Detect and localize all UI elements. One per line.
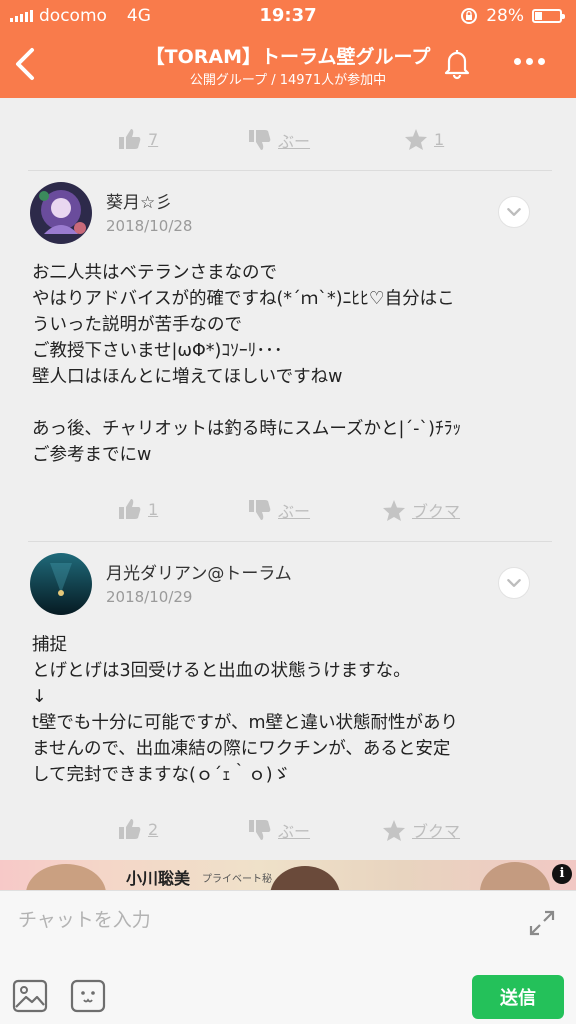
chat-input[interactable] bbox=[18, 905, 498, 935]
navigation-bar: 【TORAM】トーラム壁グループ 公開グループ / 14971人が参加中 bbox=[0, 32, 576, 98]
like-count: 1 bbox=[148, 499, 159, 519]
post-header: 月光ダリアン@トーラム 2018/10/29 bbox=[30, 553, 550, 617]
chevron-down-icon[interactable] bbox=[498, 196, 530, 228]
expand-icon[interactable] bbox=[528, 909, 556, 937]
ad-info-icon[interactable]: i bbox=[552, 864, 572, 884]
battery-percent: 28% bbox=[486, 6, 524, 26]
chevron-down-icon[interactable] bbox=[498, 567, 530, 599]
divider bbox=[28, 170, 552, 171]
ad-subtitle: プライベート秘 bbox=[202, 874, 272, 885]
thumbs-up-icon bbox=[119, 819, 141, 839]
post-body: 捕捉 とげとげは3回受けると出血の状態うけますな。 ↓ t壁でも十分に可能ですが… bbox=[32, 635, 459, 785]
avatar[interactable] bbox=[30, 553, 92, 615]
star-button[interactable]: 1 bbox=[404, 128, 444, 151]
bookmark-label: ブクマ bbox=[412, 502, 461, 521]
send-button[interactable]: 送信 bbox=[472, 975, 564, 1019]
reaction-bar: 2 ぶー ブクマ bbox=[0, 810, 576, 850]
author-name[interactable]: 月光ダリアン@トーラム bbox=[106, 559, 292, 584]
battery-icon bbox=[532, 9, 565, 23]
thumbs-up-icon bbox=[119, 499, 141, 519]
post-date: 2018/10/29 bbox=[106, 588, 193, 606]
boo-button[interactable]: ぶー bbox=[248, 818, 310, 842]
post-body: お二人共はベテランさまなので やはりアドバイスが的確ですね(*´ｍ`*)ﾆﾋﾋ♡… bbox=[32, 263, 462, 465]
bookmark-label: ブクマ bbox=[412, 822, 461, 841]
post-date: 2018/10/28 bbox=[106, 217, 193, 235]
chat-composer: 送信 bbox=[0, 890, 576, 1024]
status-bar: docomo 4G 19:37 28% bbox=[0, 0, 576, 32]
thumbs-down-icon bbox=[249, 130, 271, 150]
like-count: 7 bbox=[148, 129, 159, 149]
boo-label: ぶー bbox=[278, 502, 311, 521]
boo-label: ぶー bbox=[278, 132, 311, 151]
post-header: 葵月☆彡 2018/10/28 bbox=[30, 182, 550, 246]
thumbs-down-icon bbox=[249, 820, 271, 840]
boo-button[interactable]: ぶー bbox=[248, 128, 310, 152]
bookmark-button[interactable]: ブクマ bbox=[382, 818, 460, 842]
author-name[interactable]: 葵月☆彡 bbox=[106, 188, 172, 213]
like-count: 2 bbox=[148, 819, 159, 839]
sticker-icon[interactable] bbox=[70, 979, 106, 1013]
star-icon bbox=[383, 499, 405, 521]
bell-icon[interactable] bbox=[440, 46, 474, 80]
reaction-bar: 1 ぶー ブクマ bbox=[0, 490, 576, 530]
like-button[interactable]: 7 bbox=[118, 128, 158, 150]
star-icon bbox=[383, 819, 405, 841]
divider bbox=[28, 541, 552, 542]
reaction-bar: 7 ぶー 1 bbox=[0, 120, 576, 160]
like-button[interactable]: 1 bbox=[118, 498, 158, 520]
thumbs-down-icon bbox=[249, 500, 271, 520]
ad-title: 小川聡美 bbox=[126, 869, 191, 888]
star-count: 1 bbox=[434, 130, 445, 149]
back-arrow-icon[interactable] bbox=[12, 46, 42, 82]
bookmark-button[interactable]: ブクマ bbox=[382, 498, 460, 522]
more-options-icon[interactable] bbox=[514, 58, 545, 65]
star-icon bbox=[405, 129, 427, 150]
image-icon[interactable] bbox=[12, 979, 48, 1013]
avatar[interactable] bbox=[30, 182, 92, 244]
ad-banner[interactable]: 小川聡美 プライベート秘 i bbox=[0, 860, 576, 890]
thumbs-up-icon bbox=[119, 129, 141, 149]
rotation-lock-icon bbox=[461, 8, 478, 24]
like-button[interactable]: 2 bbox=[118, 818, 158, 840]
boo-button[interactable]: ぶー bbox=[248, 498, 310, 522]
boo-label: ぶー bbox=[278, 822, 311, 841]
